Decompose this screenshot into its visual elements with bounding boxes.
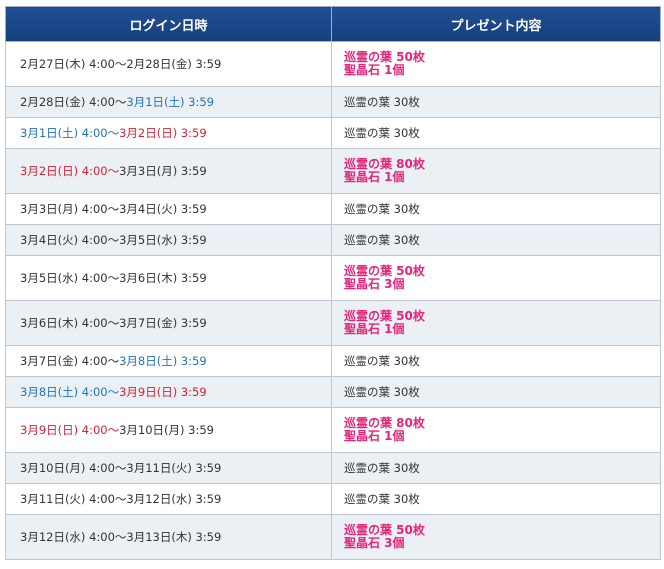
date-text: 3月8日(土) 4:00～ [20, 385, 120, 399]
present-cell: 巡霊の葉 30枚 [331, 86, 661, 118]
present-list: 巡霊の葉 30枚 [344, 201, 660, 217]
present-list: 巡霊の葉 30枚 [344, 232, 660, 248]
present-cell: 巡霊の葉 30枚 [331, 345, 661, 377]
table-row: 2月27日(木) 4:00～2月28日(金) 3:59 巡霊の葉 50枚 聖晶石 1… [5, 41, 661, 87]
present-cell: 巡霊の葉 50枚 聖晶石 3個 [331, 255, 661, 301]
date-text: 3月9日(日) 4:00～ [20, 423, 120, 437]
present-cell: 巡霊の葉 50枚 聖晶石 3個 [331, 514, 661, 560]
present-item: 聖晶石 3個 [344, 536, 405, 550]
present-list: 巡霊の葉 30枚 [344, 94, 660, 110]
login-date-cell: 3月1日(土) 4:00～3月2日(日) 3:59 [5, 117, 332, 149]
table-row: 3月4日(火) 4:00～3月5日(水) 3:59 巡霊の葉 30枚 [5, 224, 661, 256]
present-list: 巡霊の葉 50枚 聖晶石 1個 [344, 310, 660, 336]
present-cell: 巡霊の葉 30枚 [331, 452, 661, 484]
table-row: 3月8日(土) 4:00～3月9日(日) 3:59 巡霊の葉 30枚 [5, 376, 661, 408]
present-list: 巡霊の葉 80枚 聖晶石 1個 [344, 417, 660, 443]
date-text: 3月10日(月) 3:59 [119, 423, 214, 437]
present-list: 巡霊の葉 30枚 [344, 460, 660, 476]
date-text: 3月2日(日) 3:59 [119, 126, 207, 140]
present-item: 巡霊の葉 30枚 [344, 202, 420, 216]
date-text: 3月3日(月) 4:00～3月4日(火) 3:59 [20, 202, 207, 216]
date-text: 3月10日(月) 4:00～3月11日(火) 3:59 [20, 461, 222, 475]
present-item: 聖晶石 1個 [344, 63, 405, 77]
date-text: 2月27日(木) 4:00～2月28日(金) 3:59 [20, 57, 222, 71]
present-item: 聖晶石 3個 [344, 277, 405, 291]
present-list: 巡霊の葉 50枚 聖晶石 3個 [344, 265, 660, 291]
table-row: 3月11日(火) 4:00～3月12日(水) 3:59 巡霊の葉 30枚 [5, 483, 661, 515]
present-item: 巡霊の葉 30枚 [344, 233, 420, 247]
present-item: 巡霊の葉 30枚 [344, 126, 420, 140]
table-row: 3月5日(水) 4:00～3月6日(木) 3:59 巡霊の葉 50枚 聖晶石 3個 [5, 255, 661, 301]
login-bonus-table: ログイン日時 プレゼント内容 2月27日(木) 4:00～2月28日(金) 3:… [5, 6, 661, 560]
table-row: 3月10日(月) 4:00～3月11日(火) 3:59 巡霊の葉 30枚 [5, 452, 661, 484]
date-text: 3月7日(金) 4:00～ [20, 354, 120, 368]
date-text: 3月2日(日) 4:00～ [20, 164, 120, 178]
table-row: 3月12日(水) 4:00～3月13日(木) 3:59 巡霊の葉 50枚 聖晶石 3… [5, 514, 661, 560]
present-cell: 巡霊の葉 30枚 [331, 376, 661, 408]
present-cell: 巡霊の葉 30枚 [331, 193, 661, 225]
login-date-cell: 2月28日(金) 4:00～3月1日(土) 3:59 [5, 86, 332, 118]
present-item: 巡霊の葉 30枚 [344, 461, 420, 475]
table-row: 3月2日(日) 4:00～3月3日(月) 3:59 巡霊の葉 80枚 聖晶石 1個 [5, 148, 661, 194]
present-list: 巡霊の葉 30枚 [344, 491, 660, 507]
date-text: 2月28日(金) 4:00～ [20, 95, 127, 109]
login-date-cell: 3月7日(金) 4:00～3月8日(土) 3:59 [5, 345, 332, 377]
date-text: 3月4日(火) 4:00～3月5日(水) 3:59 [20, 233, 207, 247]
login-date-cell: 3月10日(月) 4:00～3月11日(火) 3:59 [5, 452, 332, 484]
table-header-row: ログイン日時 プレゼント内容 [5, 6, 661, 42]
present-cell: 巡霊の葉 30枚 [331, 117, 661, 149]
date-text: 3月11日(火) 4:00～3月12日(水) 3:59 [20, 492, 222, 506]
date-text: 3月8日(土) 3:59 [119, 354, 207, 368]
table-row: 2月28日(金) 4:00～3月1日(土) 3:59 巡霊の葉 30枚 [5, 86, 661, 118]
present-list: 巡霊の葉 50枚 聖晶石 3個 [344, 524, 660, 550]
present-cell: 巡霊の葉 80枚 聖晶石 1個 [331, 148, 661, 194]
header-login-date: ログイン日時 [5, 6, 332, 42]
present-cell: 巡霊の葉 50枚 聖晶石 1個 [331, 300, 661, 346]
login-date-cell: 3月11日(火) 4:00～3月12日(水) 3:59 [5, 483, 332, 515]
login-date-cell: 3月9日(日) 4:00～3月10日(月) 3:59 [5, 407, 332, 453]
table-body: 2月27日(木) 4:00～2月28日(金) 3:59 巡霊の葉 50枚 聖晶石 1… [5, 41, 661, 560]
login-date-cell: 3月3日(月) 4:00～3月4日(火) 3:59 [5, 193, 332, 225]
present-item: 聖晶石 1個 [344, 322, 405, 336]
date-text: 3月5日(水) 4:00～3月6日(木) 3:59 [20, 271, 207, 285]
date-text: 3月12日(水) 4:00～3月13日(木) 3:59 [20, 530, 222, 544]
date-text: 3月3日(月) 3:59 [119, 164, 207, 178]
login-date-cell: 3月4日(火) 4:00～3月5日(水) 3:59 [5, 224, 332, 256]
table-row: 3月6日(木) 4:00～3月7日(金) 3:59 巡霊の葉 50枚 聖晶石 1個 [5, 300, 661, 346]
present-list: 巡霊の葉 30枚 [344, 384, 660, 400]
login-date-cell: 3月2日(日) 4:00～3月3日(月) 3:59 [5, 148, 332, 194]
present-cell: 巡霊の葉 30枚 [331, 224, 661, 256]
present-item: 巡霊の葉 30枚 [344, 492, 420, 506]
table-row: 3月7日(金) 4:00～3月8日(土) 3:59 巡霊の葉 30枚 [5, 345, 661, 377]
date-text: 3月1日(土) 4:00～ [20, 126, 120, 140]
login-date-cell: 3月5日(水) 4:00～3月6日(木) 3:59 [5, 255, 332, 301]
table-row: 3月9日(日) 4:00～3月10日(月) 3:59 巡霊の葉 80枚 聖晶石 1個 [5, 407, 661, 453]
present-list: 巡霊の葉 50枚 聖晶石 1個 [344, 51, 660, 77]
login-date-cell: 3月6日(木) 4:00～3月7日(金) 3:59 [5, 300, 332, 346]
present-cell: 巡霊の葉 80枚 聖晶石 1個 [331, 407, 661, 453]
present-list: 巡霊の葉 30枚 [344, 125, 660, 141]
present-item: 巡霊の葉 30枚 [344, 95, 420, 109]
login-date-cell: 3月12日(水) 4:00～3月13日(木) 3:59 [5, 514, 332, 560]
login-date-cell: 2月27日(木) 4:00～2月28日(金) 3:59 [5, 41, 332, 87]
date-text: 3月9日(日) 3:59 [119, 385, 207, 399]
date-text: 3月6日(木) 4:00～3月7日(金) 3:59 [20, 316, 207, 330]
present-cell: 巡霊の葉 50枚 聖晶石 1個 [331, 41, 661, 87]
present-item: 聖晶石 1個 [344, 170, 405, 184]
header-present: プレゼント内容 [331, 6, 661, 42]
present-item: 巡霊の葉 30枚 [344, 354, 420, 368]
login-bonus-table-container: ログイン日時 プレゼント内容 2月27日(木) 4:00～2月28日(金) 3:… [5, 6, 661, 560]
table-row: 3月1日(土) 4:00～3月2日(日) 3:59 巡霊の葉 30枚 [5, 117, 661, 149]
present-item: 聖晶石 1個 [344, 429, 405, 443]
date-text: 3月1日(土) 3:59 [126, 95, 214, 109]
login-date-cell: 3月8日(土) 4:00～3月9日(日) 3:59 [5, 376, 332, 408]
present-item: 巡霊の葉 30枚 [344, 385, 420, 399]
present-list: 巡霊の葉 30枚 [344, 353, 660, 369]
present-list: 巡霊の葉 80枚 聖晶石 1個 [344, 158, 660, 184]
present-cell: 巡霊の葉 30枚 [331, 483, 661, 515]
table-row: 3月3日(月) 4:00～3月4日(火) 3:59 巡霊の葉 30枚 [5, 193, 661, 225]
